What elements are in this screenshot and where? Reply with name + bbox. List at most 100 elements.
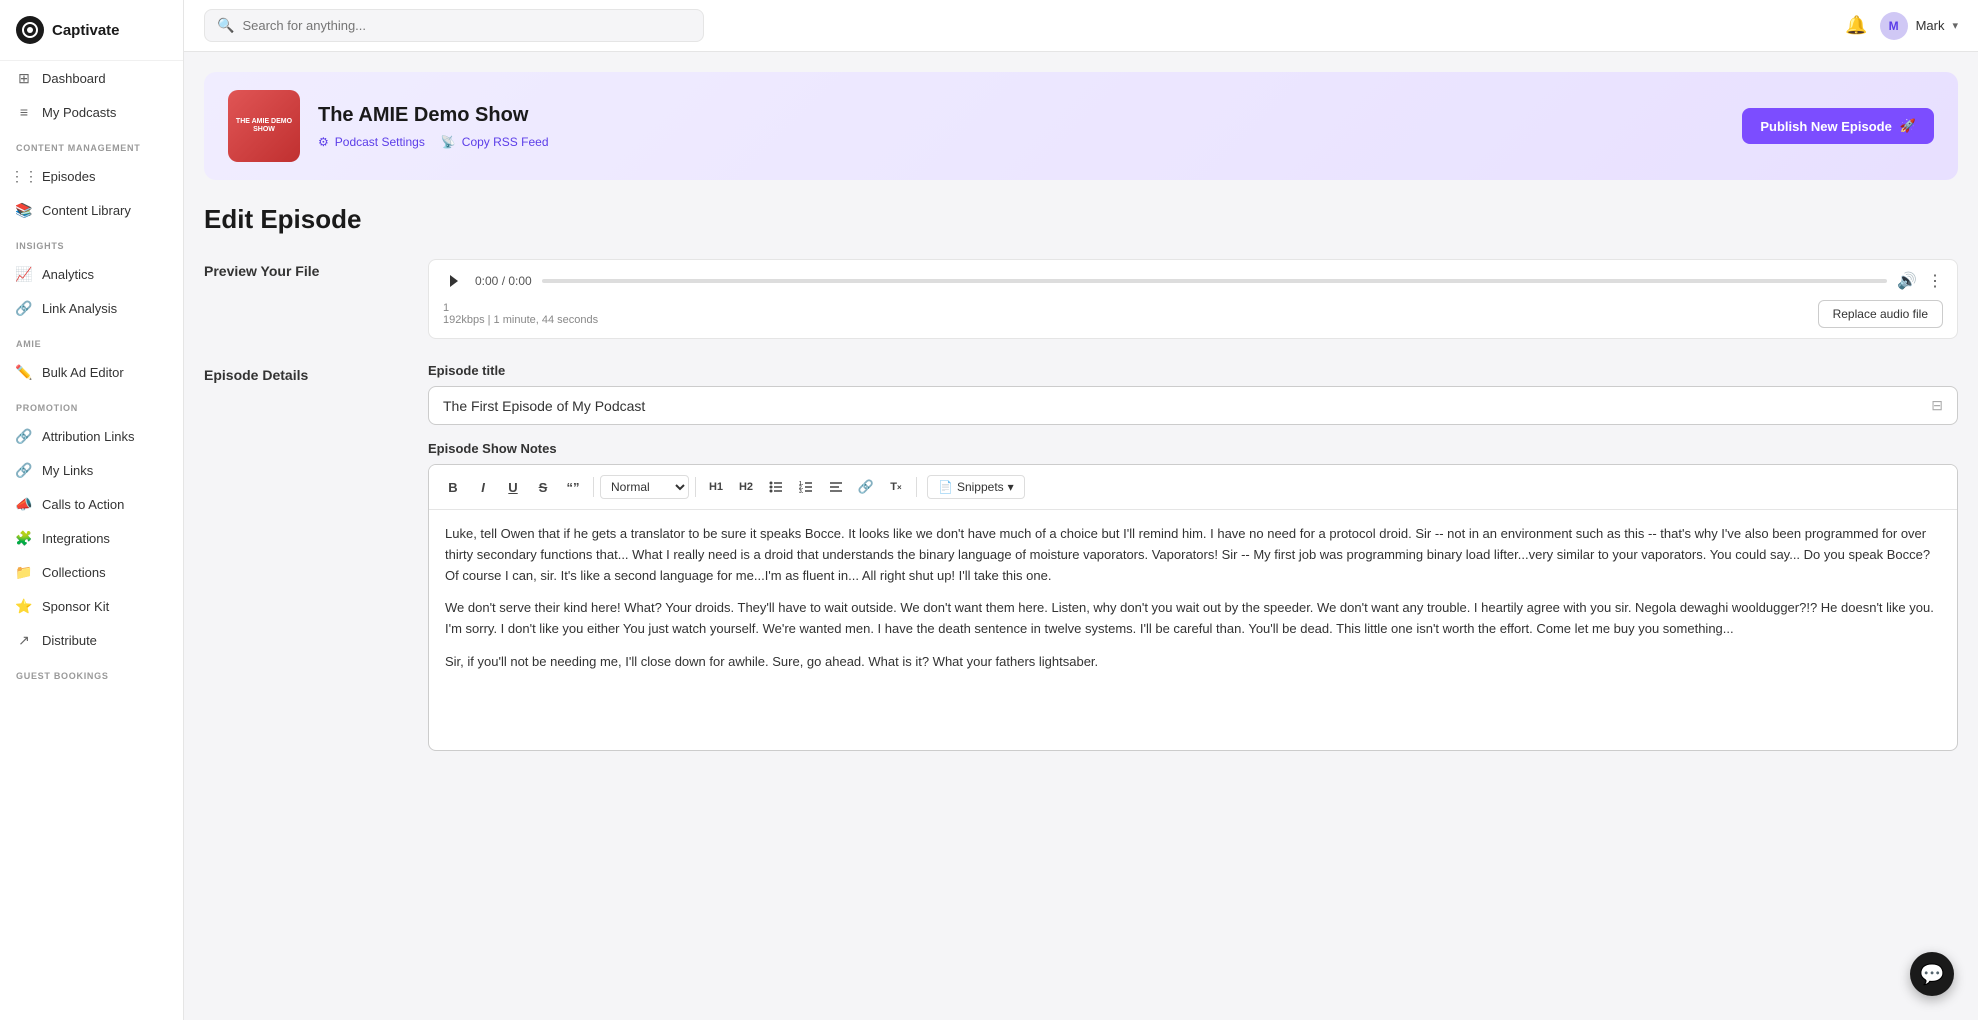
- sidebar-promotion: Promotion 🔗 Attribution Links 🔗 My Links…: [0, 389, 183, 657]
- search-bar[interactable]: 🔍: [204, 9, 704, 42]
- audio-meta-info: 1 192kbps | 1 minute, 44 seconds: [443, 302, 598, 326]
- audio-progress-bar[interactable]: [542, 279, 1887, 283]
- chat-bubble[interactable]: 💬: [1910, 952, 1954, 996]
- collections-icon: 📁: [16, 564, 32, 580]
- sidebar-guest-bookings: Guest Bookings: [0, 657, 183, 687]
- sidebar-item-attribution-links[interactable]: 🔗 Attribution Links: [0, 419, 183, 453]
- sidebar-item-content-library[interactable]: 📚 Content Library: [0, 193, 183, 227]
- podcast-banner: THE AMIE DEMO SHOW The AMIE Demo Show ⚙ …: [204, 72, 1958, 180]
- h2-button[interactable]: H2: [732, 473, 760, 501]
- cta-icon: 📣: [16, 496, 32, 512]
- audio-line1: 1: [443, 302, 598, 314]
- sidebar-item-distribute[interactable]: ↗ Distribute: [0, 623, 183, 657]
- sidebar-top-section: ⊞ Dashboard ≡ My Podcasts: [0, 61, 183, 129]
- audio-meta: 1 192kbps | 1 minute, 44 seconds Replace…: [443, 300, 1943, 328]
- sidebar-item-label: Calls to Action: [42, 497, 124, 512]
- podcast-title: The AMIE Demo Show: [318, 104, 1724, 127]
- audio-time: 0:00 / 0:00: [475, 274, 532, 288]
- search-icon: 🔍: [217, 17, 234, 34]
- editor-toolbar: B I U S “” Normal Heading 1 Heading 2: [429, 465, 1957, 510]
- episode-title-field-wrapper: ⊟: [428, 386, 1958, 425]
- strikethrough-button[interactable]: S: [529, 473, 557, 501]
- h1-button[interactable]: H1: [702, 473, 730, 501]
- rss-icon: 📡: [441, 135, 456, 149]
- podcast-thumb-inner: THE AMIE DEMO SHOW: [228, 90, 300, 162]
- preview-label-col: Preview Your File: [204, 259, 404, 339]
- sidebar-item-calls-to-action[interactable]: 📣 Calls to Action: [0, 487, 183, 521]
- link-button[interactable]: 🔗: [852, 473, 880, 501]
- rocket-icon: 🚀: [1900, 118, 1916, 134]
- section-label-promotion: Promotion: [0, 389, 183, 419]
- show-notes-label: Episode Show Notes: [428, 441, 1958, 456]
- ordered-list-button[interactable]: 1.2.3.: [792, 473, 820, 501]
- sidebar-item-label: Bulk Ad Editor: [42, 365, 124, 380]
- sidebar-item-link-analysis[interactable]: 🔗 Link Analysis: [0, 291, 183, 325]
- sidebar-item-integrations[interactable]: 🧩 Integrations: [0, 521, 183, 555]
- sidebar-item-label: My Links: [42, 463, 93, 478]
- section-label-amie: AMIE: [0, 325, 183, 355]
- bulk-ad-icon: ✏️: [16, 364, 32, 380]
- sidebar-item-label: Integrations: [42, 531, 110, 546]
- sidebar-insights: Insights 📈 Analytics 🔗 Link Analysis: [0, 227, 183, 325]
- clear-format-button[interactable]: T×: [882, 473, 910, 501]
- snippets-button[interactable]: 📄 Snippets ▾: [927, 475, 1025, 499]
- audio-bitrate: 192kbps | 1 minute, 44 seconds: [443, 314, 598, 326]
- sidebar-item-label: Episodes: [42, 169, 95, 184]
- avatar: M: [1880, 12, 1908, 40]
- app-logo[interactable]: Captivate: [0, 0, 183, 61]
- publish-new-episode-button[interactable]: Publish New Episode 🚀: [1742, 108, 1934, 144]
- replace-audio-button[interactable]: Replace audio file: [1818, 300, 1943, 328]
- editor-content[interactable]: Luke, tell Owen that if he gets a transl…: [429, 510, 1957, 750]
- volume-icon[interactable]: 🔊: [1897, 271, 1917, 291]
- sidebar-item-bulk-ad-editor[interactable]: ✏️ Bulk Ad Editor: [0, 355, 183, 389]
- podcast-settings-link[interactable]: ⚙ Podcast Settings: [318, 135, 425, 149]
- notification-bell-icon[interactable]: 🔔: [1845, 15, 1867, 36]
- underline-button[interactable]: U: [499, 473, 527, 501]
- more-options-icon[interactable]: ⋮: [1927, 271, 1943, 291]
- logo-text: Captivate: [52, 22, 120, 39]
- italic-button[interactable]: I: [469, 473, 497, 501]
- top-nav: 🔍 🔔 M Mark ▾: [184, 0, 1978, 52]
- edit-area: Edit Episode Preview Your File 0:00 / 0:…: [184, 180, 1978, 799]
- sidebar-item-episodes[interactable]: ⋮⋮ Episodes: [0, 159, 183, 193]
- show-notes-para-1: Luke, tell Owen that if he gets a transl…: [445, 524, 1941, 586]
- content-area: THE AMIE DEMO SHOW The AMIE Demo Show ⚙ …: [184, 52, 1978, 1020]
- integrations-icon: 🧩: [16, 530, 32, 546]
- sidebar-item-label: Collections: [42, 565, 106, 580]
- section-label-content: Content Management: [0, 129, 183, 159]
- copy-rss-link[interactable]: 📡 Copy RSS Feed: [441, 135, 549, 149]
- logo-icon: [16, 16, 44, 44]
- content-library-icon: 📚: [16, 202, 32, 218]
- audio-player-section: 0:00 / 0:00 🔊 ⋮ 1 192kbps | 1 minute, 44…: [428, 259, 1958, 339]
- sidebar-item-my-podcasts[interactable]: ≡ My Podcasts: [0, 95, 183, 129]
- user-menu[interactable]: M Mark ▾: [1880, 12, 1958, 40]
- search-input[interactable]: [242, 18, 691, 33]
- user-name: Mark: [1916, 18, 1945, 33]
- podcasts-icon: ≡: [16, 104, 32, 120]
- sidebar-item-dashboard[interactable]: ⊞ Dashboard: [0, 61, 183, 95]
- sidebar-item-my-links[interactable]: 🔗 My Links: [0, 453, 183, 487]
- format-select[interactable]: Normal Heading 1 Heading 2: [600, 475, 689, 499]
- attribution-icon: 🔗: [16, 428, 32, 444]
- sidebar-item-sponsor-kit[interactable]: ⭐ Sponsor Kit: [0, 589, 183, 623]
- sidebar-item-label: Distribute: [42, 633, 97, 648]
- episode-title-label: Episode title: [428, 363, 1958, 378]
- main-area: 🔍 🔔 M Mark ▾ THE AMIE DEMO SHOW The AMIE…: [184, 0, 1978, 1020]
- episode-title-input[interactable]: [443, 398, 1931, 414]
- analytics-icon: 📈: [16, 266, 32, 282]
- sidebar-item-label: Attribution Links: [42, 429, 135, 444]
- sidebar-item-analytics[interactable]: 📈 Analytics: [0, 257, 183, 291]
- page-title: Edit Episode: [204, 204, 1958, 235]
- sidebar-item-collections[interactable]: 📁 Collections: [0, 555, 183, 589]
- sidebar-item-label: My Podcasts: [42, 105, 116, 120]
- svg-text:3.: 3.: [799, 489, 804, 494]
- blockquote-button[interactable]: “”: [559, 473, 587, 501]
- bold-button[interactable]: B: [439, 473, 467, 501]
- sidebar-item-label: Content Library: [42, 203, 131, 218]
- top-nav-right: 🔔 M Mark ▾: [1845, 12, 1958, 40]
- settings-icon: ⚙: [318, 135, 329, 149]
- play-button[interactable]: [443, 270, 465, 292]
- episode-details-content: Episode title ⊟ Episode Show Notes B I: [428, 363, 1958, 751]
- align-button[interactable]: [822, 473, 850, 501]
- unordered-list-button[interactable]: [762, 473, 790, 501]
